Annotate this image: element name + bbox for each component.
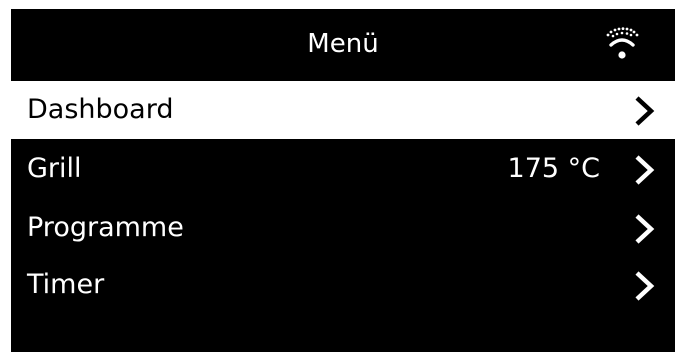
page-title: Menü: [307, 29, 379, 59]
chevron-right-icon: [635, 155, 655, 185]
menu-item-label: Timer: [27, 269, 105, 300]
menu-item-grill[interactable]: Grill 175 °C: [11, 140, 675, 198]
menu-item-timer[interactable]: Timer: [11, 256, 675, 314]
device-screen: Menü Dashboard Grill 175 °C Programme Ti…: [11, 9, 675, 352]
chevron-right-icon: [635, 214, 655, 244]
header-bar: Menü: [11, 9, 675, 79]
menu-item-dashboard[interactable]: Dashboard: [11, 81, 675, 139]
wifi-icon: [606, 27, 639, 59]
menu-item-label: Grill: [27, 153, 82, 184]
menu-item-programme[interactable]: Programme: [11, 199, 675, 257]
chevron-right-icon: [635, 96, 655, 126]
menu-item-label: Programme: [27, 212, 184, 243]
grill-temperature-value: 175 °C: [507, 153, 600, 184]
menu-item-label: Dashboard: [27, 94, 174, 125]
chevron-right-icon: [635, 271, 655, 301]
